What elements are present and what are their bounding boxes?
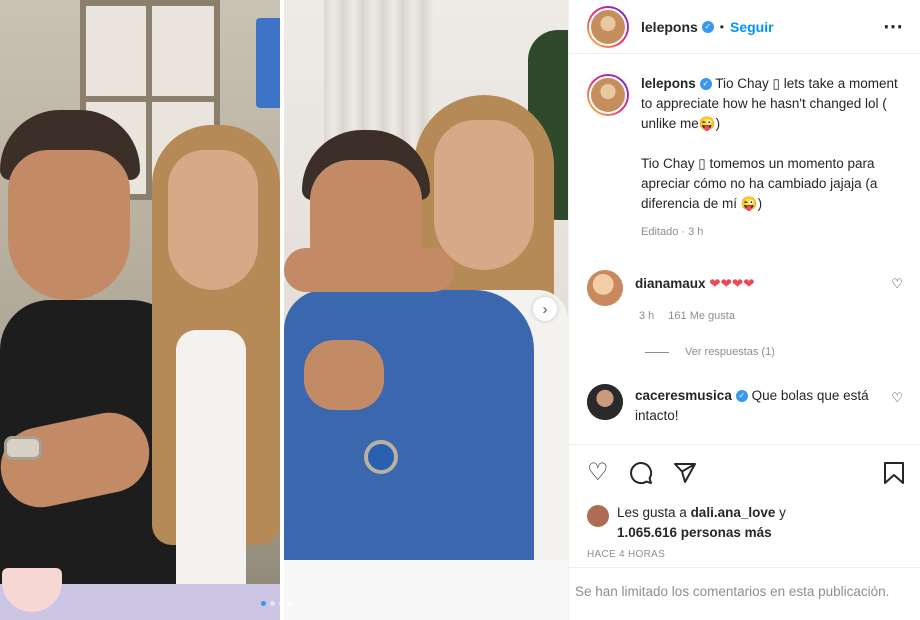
photo-recent [284,0,568,620]
comment-likes[interactable]: 161 Me gusta [668,310,735,322]
chevron-right-icon: › [542,300,548,318]
action-bar: ♡ [587,459,905,487]
carousel-dot [270,601,275,606]
comments-section: lelepons ✓ Tio Chay ▯ lets take a moment … [587,74,904,423]
carousel-dot [288,601,293,606]
likes-user[interactable]: dali.ana_love [691,505,776,520]
comment-username[interactable]: caceresmusica [635,388,732,403]
avatar[interactable] [587,74,629,116]
post-caption: lelepons ✓ Tio Chay ▯ lets take a moment … [587,74,904,242]
share-icon[interactable] [673,461,697,485]
caption-username[interactable]: lelepons [641,76,696,91]
carousel-next-button[interactable]: › [533,297,557,321]
avatar[interactable] [587,384,623,420]
post-sidebar: lelepons ✓ • Seguir ⋯ lelepons ✓ Tio Chay… [568,0,920,620]
carousel-dot [261,601,266,606]
caption-text-es: Tio Chay ▯ tomemos un momento para aprec… [641,156,878,211]
avatar[interactable] [587,270,623,306]
caption-meta: Editado · 3 h [641,226,704,238]
comment-text: ❤❤❤❤ [709,276,755,291]
likes-summary: Les gusta a dali.ana_love y 1.065.616 pe… [587,503,786,543]
watch [4,436,42,460]
comments-limited-notice: Se han limitado los comentarios en esta … [569,567,920,619]
verified-icon: ✓ [701,20,714,33]
post-media: › [0,0,568,620]
comment-like-icon[interactable]: ♡ [891,276,903,292]
comment-item: dianamaux ❤❤❤❤ ♡ [587,270,903,306]
separator-dot: • [719,19,724,34]
comment-meta: 3 h 161 Me gusta [639,310,735,322]
view-replies-button[interactable]: Ver respuestas (1) [645,346,775,358]
post-header: lelepons ✓ • Seguir ⋯ [569,0,920,54]
post-timestamp: HACE 4 HORAS [587,549,666,560]
watch [364,440,398,474]
comment-time: 3 h [639,310,655,322]
avatar[interactable] [587,505,609,527]
photo-old [0,0,280,620]
comment-like-icon[interactable]: ♡ [891,390,903,406]
likes-middle: y [775,505,786,520]
likes-prefix: Les gusta a [617,505,691,520]
more-options-icon[interactable]: ⋯ [883,14,904,39]
view-replies-label: Ver respuestas (1) [685,346,775,358]
bookmark-icon[interactable] [883,461,905,485]
heart-icon[interactable]: ♡ [587,459,609,487]
follow-button[interactable]: Seguir [730,19,774,35]
carousel-dot [279,601,284,606]
verified-icon: ✓ [699,78,712,91]
likes-count[interactable]: 1.065.616 personas más [617,525,772,540]
carousel-indicator [261,601,293,606]
header-username[interactable]: lelepons [641,19,698,35]
comment-item: caceresmusica ✓ Que bolas que está intact… [587,384,903,426]
comment-icon[interactable] [629,461,653,485]
post-actions: ♡ Les gusta a dali.ana_love y 1.065.616 … [569,444,920,618]
avatar[interactable] [587,5,629,48]
verified-icon: ✓ [735,390,748,403]
comment-username[interactable]: dianamaux [635,276,706,291]
